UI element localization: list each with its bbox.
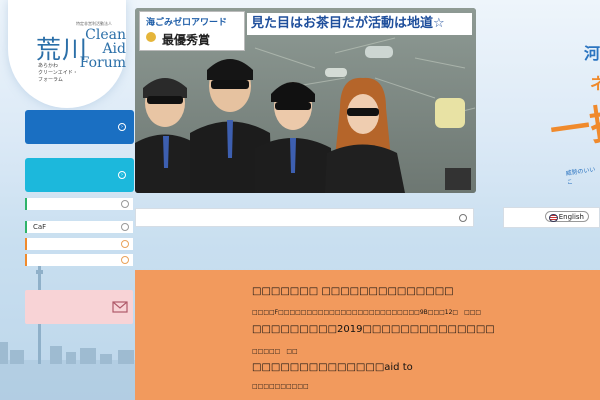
us-flag-icon (549, 214, 558, 222)
nav-item-label: CaF (33, 223, 47, 231)
arrow-circle-icon (121, 240, 129, 248)
nav-button-primary[interactable]: › (25, 110, 134, 144)
nav-item-caf[interactable]: CaF (25, 221, 133, 233)
arrow-circle-icon: › (118, 171, 126, 179)
news-headline[interactable]: □□□□□□□□□2019□□□□□□□□□□□□□□ (252, 324, 495, 335)
banner-caption-bar[interactable] (135, 208, 474, 227)
nav-button-secondary[interactable]: › (25, 158, 134, 192)
site-logo[interactable]: 荒川 特定非営利活動法人 Clean Aid Forum あらかわ クリーンエイ… (8, 0, 126, 108)
news-detail: □□□□F□□□□□□□□□□□□□□□□□□□□□□□□□9B□□□12□ □… (252, 309, 482, 316)
arrow-circle-icon (459, 214, 467, 222)
arrow-circle-icon (121, 200, 129, 208)
nav-item-4[interactable] (25, 254, 133, 266)
promo-text-blue: 河 (584, 44, 600, 63)
logo-english-line: Forum (79, 55, 126, 71)
news-detail: □□□□□□□□□□ (252, 383, 309, 390)
award-badge: 海ごみゼロアワード 最優秀賞 (139, 11, 245, 51)
mail-icon (112, 301, 128, 313)
medal-icon (146, 32, 156, 42)
award-rank: 最優秀賞 (162, 33, 211, 47)
promo-headline: 一揃 (547, 98, 600, 156)
promo-text-orange: ネ (590, 74, 600, 93)
hero-banner[interactable]: 海ごみゼロアワード 最優秀賞 見た目はお茶目だが活動は地道☆ (135, 8, 476, 193)
banner-slogan: 見た目はお茶目だが活動は地道☆ (247, 13, 472, 35)
logo-english-line: Clean (85, 27, 126, 43)
contact-button[interactable] (25, 290, 133, 324)
arrow-circle-icon (121, 256, 129, 264)
arrow-circle-icon (121, 223, 129, 231)
award-title: 海ごみゼロアワード (146, 18, 228, 28)
arrow-circle-icon: › (118, 123, 126, 131)
english-label: English (558, 213, 584, 221)
english-button[interactable]: English (545, 211, 589, 222)
nav-item-3[interactable] (25, 238, 133, 250)
nav-item-1[interactable] (25, 198, 133, 210)
language-switcher: English (503, 207, 600, 228)
news-section: □□□□□□□ □□□□□□□□□□□□□□ □□□□F□□□□□□□□□□□□… (135, 270, 600, 400)
news-headline[interactable]: □□□□□□□ □□□□□□□□□□□□□□ (252, 286, 454, 297)
news-headline[interactable]: □□□□□□□□□□□□□□aid to (252, 362, 413, 373)
logo-english: Clean Aid Forum (74, 28, 126, 70)
logo-english-line: Aid (102, 41, 126, 57)
promo-subtext: 威勢のいいこ (565, 166, 596, 187)
news-detail: □□□□□ □□ (252, 348, 298, 355)
logo-japanese: あらかわ クリーンエイド・ フォーラム (38, 63, 78, 83)
